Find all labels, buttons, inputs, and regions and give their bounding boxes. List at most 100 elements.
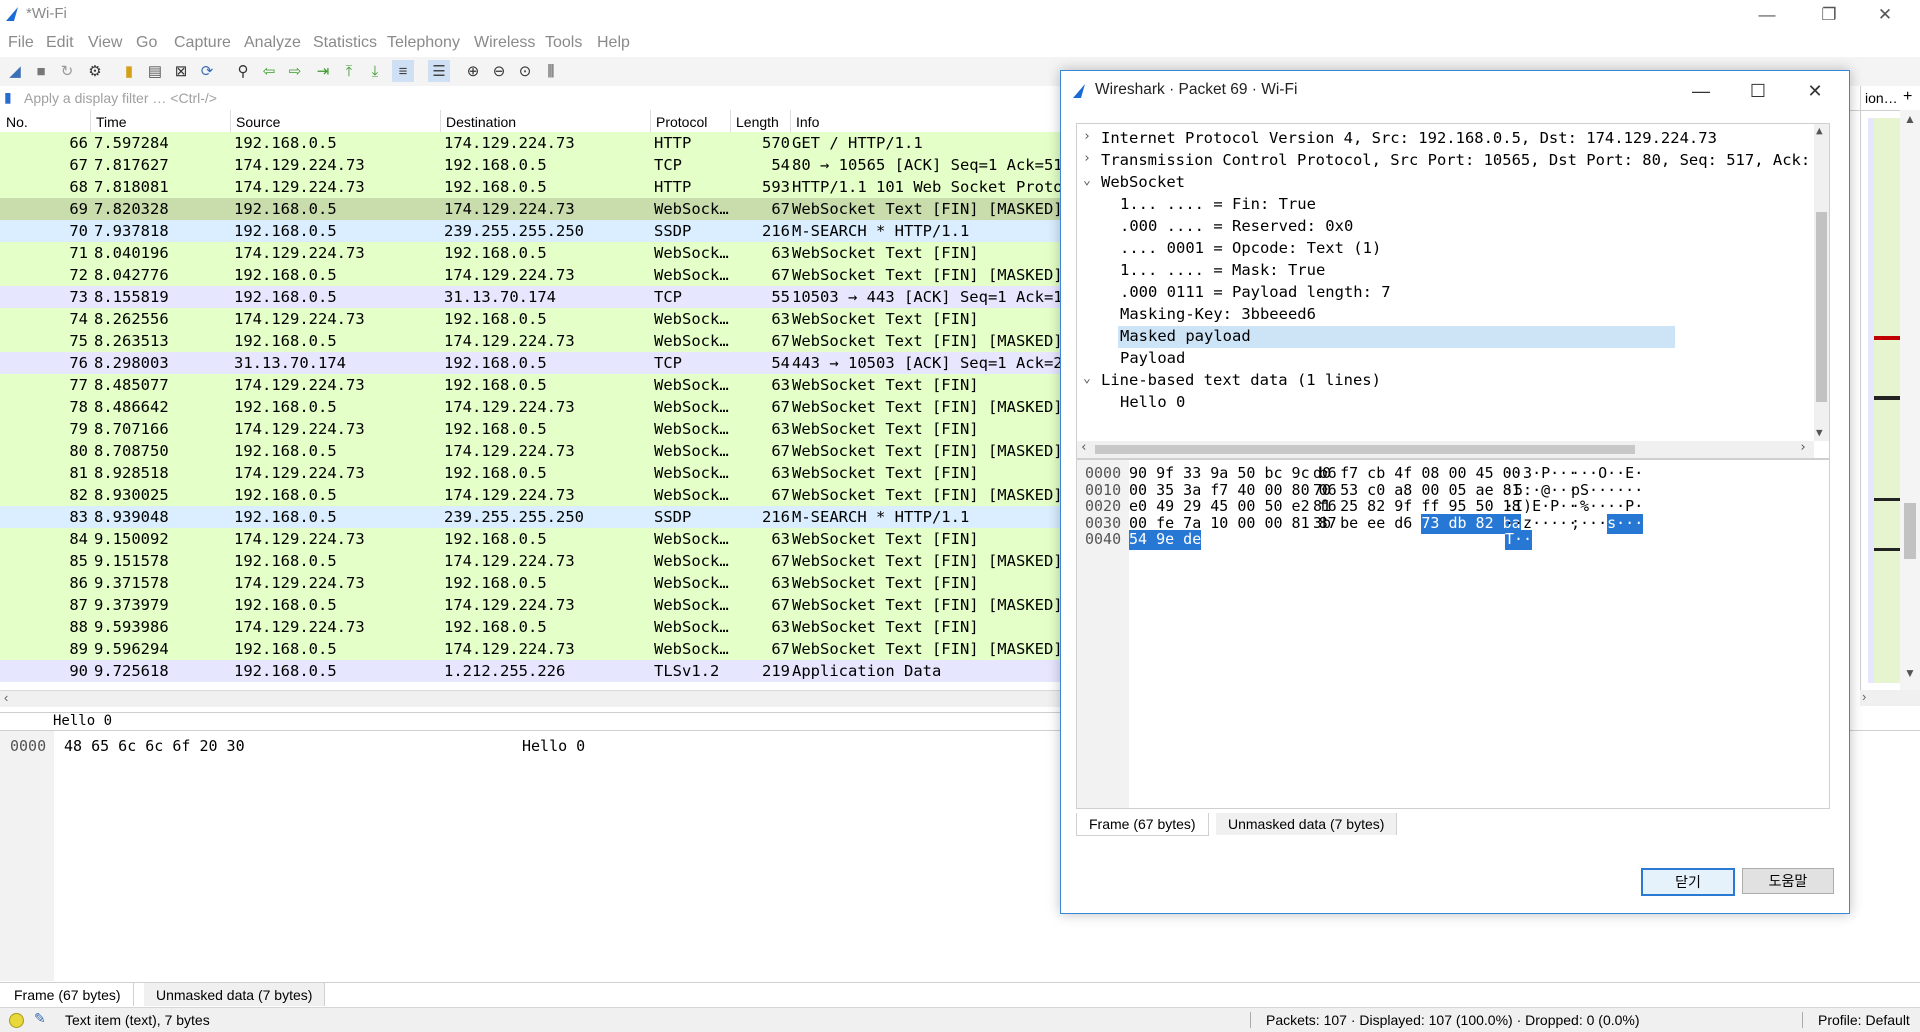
add-filter-button[interactable]: +	[1903, 88, 1912, 106]
packet-row[interactable]: 90 9.725618 192.168.0.5 1.212.255.226 TLSv1.…	[0, 660, 1060, 682]
packet-row[interactable]: 70 7.937818 192.168.0.5 239.255.255.250 SSDP…	[0, 220, 1060, 242]
tree-item[interactable]: ⌄ Line-based text data (1 lines)	[1077, 370, 1814, 392]
tree-item[interactable]: Hello 0	[1077, 392, 1814, 414]
packet-row[interactable]: 66 7.597284 192.168.0.5 174.129.224.73 HTTP 5…	[0, 132, 1060, 154]
packet-row[interactable]: 73 8.155819 192.168.0.5 31.13.70.174 TCP 55 10…	[0, 286, 1060, 308]
scroll-up-icon[interactable]: ▲	[1904, 112, 1916, 126]
bookmark-icon[interactable]: ▮	[4, 89, 18, 106]
packet-row[interactable]: 81 8.928518 174.129.224.73 192.168.0.5 WebSo…	[0, 462, 1060, 484]
packet-row[interactable]: 67 7.817627 174.129.224.73 192.168.0.5 TCP 54…	[0, 154, 1060, 176]
menu-file[interactable]: File	[8, 34, 34, 52]
scroll-down-icon[interactable]: ▼	[1816, 426, 1823, 439]
menu-help[interactable]: Help	[597, 34, 630, 52]
scroll-thumb[interactable]	[1904, 503, 1916, 559]
resize-columns-icon[interactable]: ⫼	[540, 60, 562, 82]
packet-row[interactable]: 80 8.708750 192.168.0.5 174.129.224.73 WebSo…	[0, 440, 1060, 462]
scroll-right-icon[interactable]: ›	[1862, 689, 1866, 704]
collapse-arrow-icon[interactable]: ⌄	[1083, 173, 1097, 188]
reload-file-icon[interactable]: ⟳	[196, 60, 218, 82]
bytes-ascii[interactable]: Hello 0	[522, 737, 585, 755]
autoscroll-icon[interactable]: ≡	[392, 60, 414, 82]
start-capture-icon[interactable]: ◢	[4, 60, 26, 82]
column-header-source[interactable]: Source	[236, 114, 280, 130]
menu-wireless[interactable]: Wireless	[474, 34, 535, 52]
menu-statistics[interactable]: Statistics	[313, 34, 377, 52]
edit-comment-icon[interactable]: ✎	[34, 1010, 46, 1027]
tree-item[interactable]: Payload	[1077, 348, 1814, 370]
packet-row[interactable]: 69 7.820328 192.168.0.5 174.129.224.73 WebSo…	[0, 198, 1060, 220]
normal-size-icon[interactable]: ⊙	[514, 60, 536, 82]
tree-item[interactable]: Masking-Key: 3bbeeed6	[1077, 304, 1814, 326]
stop-capture-icon[interactable]: ■	[30, 60, 52, 82]
right-horizontal-scrollbar[interactable]: ›	[1860, 689, 1920, 706]
column-header-info[interactable]: Info	[796, 114, 819, 130]
packet-row[interactable]: 79 8.707166 174.129.224.73 192.168.0.5 WebSo…	[0, 418, 1060, 440]
display-filter-input[interactable]: Apply a display filter … <Ctrl-/>	[24, 90, 217, 106]
details-text-item[interactable]: Hello 0	[53, 713, 112, 729]
packet-row[interactable]: 86 9.371578 174.129.224.73 192.168.0.5 WebSo…	[0, 572, 1060, 594]
column-header-no[interactable]: No.	[6, 114, 28, 130]
tree-item[interactable]: .... 0001 = Opcode: Text (1)	[1077, 238, 1814, 260]
scroll-thumb[interactable]	[1095, 445, 1635, 454]
scroll-down-icon[interactable]: ▼	[1904, 666, 1916, 680]
scroll-up-icon[interactable]: ▲	[1816, 124, 1823, 137]
column-header-time[interactable]: Time	[96, 114, 127, 130]
tree-item[interactable]: › Transmission Control Protocol, Src Port…	[1077, 150, 1829, 172]
column-header-destination[interactable]: Destination	[446, 114, 516, 130]
bytes-hex[interactable]: 48 65 6c 6c 6f 20 30	[64, 737, 245, 755]
expert-info-icon[interactable]	[9, 1013, 24, 1028]
menu-analyze[interactable]: Analyze	[244, 34, 301, 52]
dialog-maximize-button[interactable]: ☐	[1728, 71, 1788, 111]
tree-item[interactable]: 1... .... = Fin: True	[1077, 194, 1814, 216]
go-to-packet-icon[interactable]: ⇥	[312, 60, 334, 82]
column-header-length[interactable]: Length	[736, 114, 779, 130]
go-forward-icon[interactable]: ⇨	[284, 60, 306, 82]
zoom-in-icon[interactable]: ⊕	[462, 60, 484, 82]
collapse-arrow-icon[interactable]: ⌄	[1083, 371, 1097, 386]
packet-list-horizontal-scrollbar[interactable]: ‹	[0, 690, 1060, 707]
dialog-close-button[interactable]: ✕	[1785, 71, 1845, 111]
scroll-thumb[interactable]	[1816, 212, 1827, 402]
menu-tools[interactable]: Tools	[545, 34, 582, 52]
save-file-icon[interactable]: ▤	[144, 60, 166, 82]
close-button[interactable]: 닫기	[1641, 868, 1735, 896]
packet-row[interactable]: 78 8.486642 192.168.0.5 174.129.224.73 WebSo…	[0, 396, 1060, 418]
tree-horizontal-scrollbar[interactable]: ‹ ›	[1077, 440, 1814, 458]
menu-edit[interactable]: Edit	[46, 34, 74, 52]
packet-row[interactable]: 84 9.150092 174.129.224.73 192.168.0.5 WebSo…	[0, 528, 1060, 550]
tree-item[interactable]: ⌄ WebSocket	[1077, 172, 1814, 194]
packet-row[interactable]: 76 8.298003 31.13.70.174 192.168.0.5 TCP 54 44…	[0, 352, 1060, 374]
tree-item[interactable]: .000 .... = Reserved: 0x0	[1077, 216, 1814, 238]
expand-arrow-icon[interactable]: ›	[1083, 129, 1097, 144]
minimize-button[interactable]: ―	[1744, 0, 1790, 30]
restore-button[interactable]: ❐	[1806, 0, 1852, 30]
restart-capture-icon[interactable]: ↻	[56, 60, 78, 82]
menu-telephony[interactable]: Telephony	[387, 34, 460, 52]
scroll-left-icon[interactable]: ‹	[4, 690, 8, 705]
tree-vertical-scrollbar[interactable]: ▲ ▼	[1814, 124, 1829, 441]
packet-row[interactable]: 87 9.373979 192.168.0.5 174.129.224.73 WebSo…	[0, 594, 1060, 616]
bytes-ascii-group[interactable]: ;···	[1571, 514, 1607, 534]
first-packet-icon[interactable]: ⤒	[338, 60, 360, 82]
tab-unmasked-data[interactable]: Unmasked data (7 bytes)	[1216, 813, 1398, 835]
tab-unmasked-data[interactable]: Unmasked data (7 bytes)	[144, 983, 326, 1006]
zoom-out-icon[interactable]: ⊖	[488, 60, 510, 82]
column-header-protocol[interactable]: Protocol	[656, 114, 707, 130]
help-button[interactable]: 도움말	[1742, 868, 1834, 894]
filter-button-label[interactable]: ion…	[1865, 90, 1898, 106]
packet-row[interactable]: 68 7.818081 174.129.224.73 192.168.0.5 HTTP 5…	[0, 176, 1060, 198]
packet-row[interactable]: 74 8.262556 174.129.224.73 192.168.0.5 WebSo…	[0, 308, 1060, 330]
dialog-minimize-button[interactable]: ―	[1671, 71, 1731, 111]
menu-capture[interactable]: Capture	[174, 34, 231, 52]
open-file-icon[interactable]: ▮	[118, 60, 140, 82]
last-packet-icon[interactable]: ⤓	[364, 60, 386, 82]
capture-options-icon[interactable]: ⚙	[84, 60, 106, 82]
packet-minimap[interactable]	[1868, 118, 1900, 683]
tree-item[interactable]: .000 0111 = Payload length: 7	[1077, 282, 1814, 304]
packet-row[interactable]: 71 8.040196 174.129.224.73 192.168.0.5 WebSo…	[0, 242, 1060, 264]
tab-frame[interactable]: Frame (67 bytes)	[1076, 813, 1209, 836]
tree-item[interactable]: › Internet Protocol Version 4, Src: 192.1…	[1077, 128, 1814, 150]
tree-item[interactable]: Masked payload	[1118, 326, 1675, 348]
bytes-ascii-selected[interactable]: T··	[1505, 530, 1533, 550]
go-back-icon[interactable]: ⇦	[258, 60, 280, 82]
